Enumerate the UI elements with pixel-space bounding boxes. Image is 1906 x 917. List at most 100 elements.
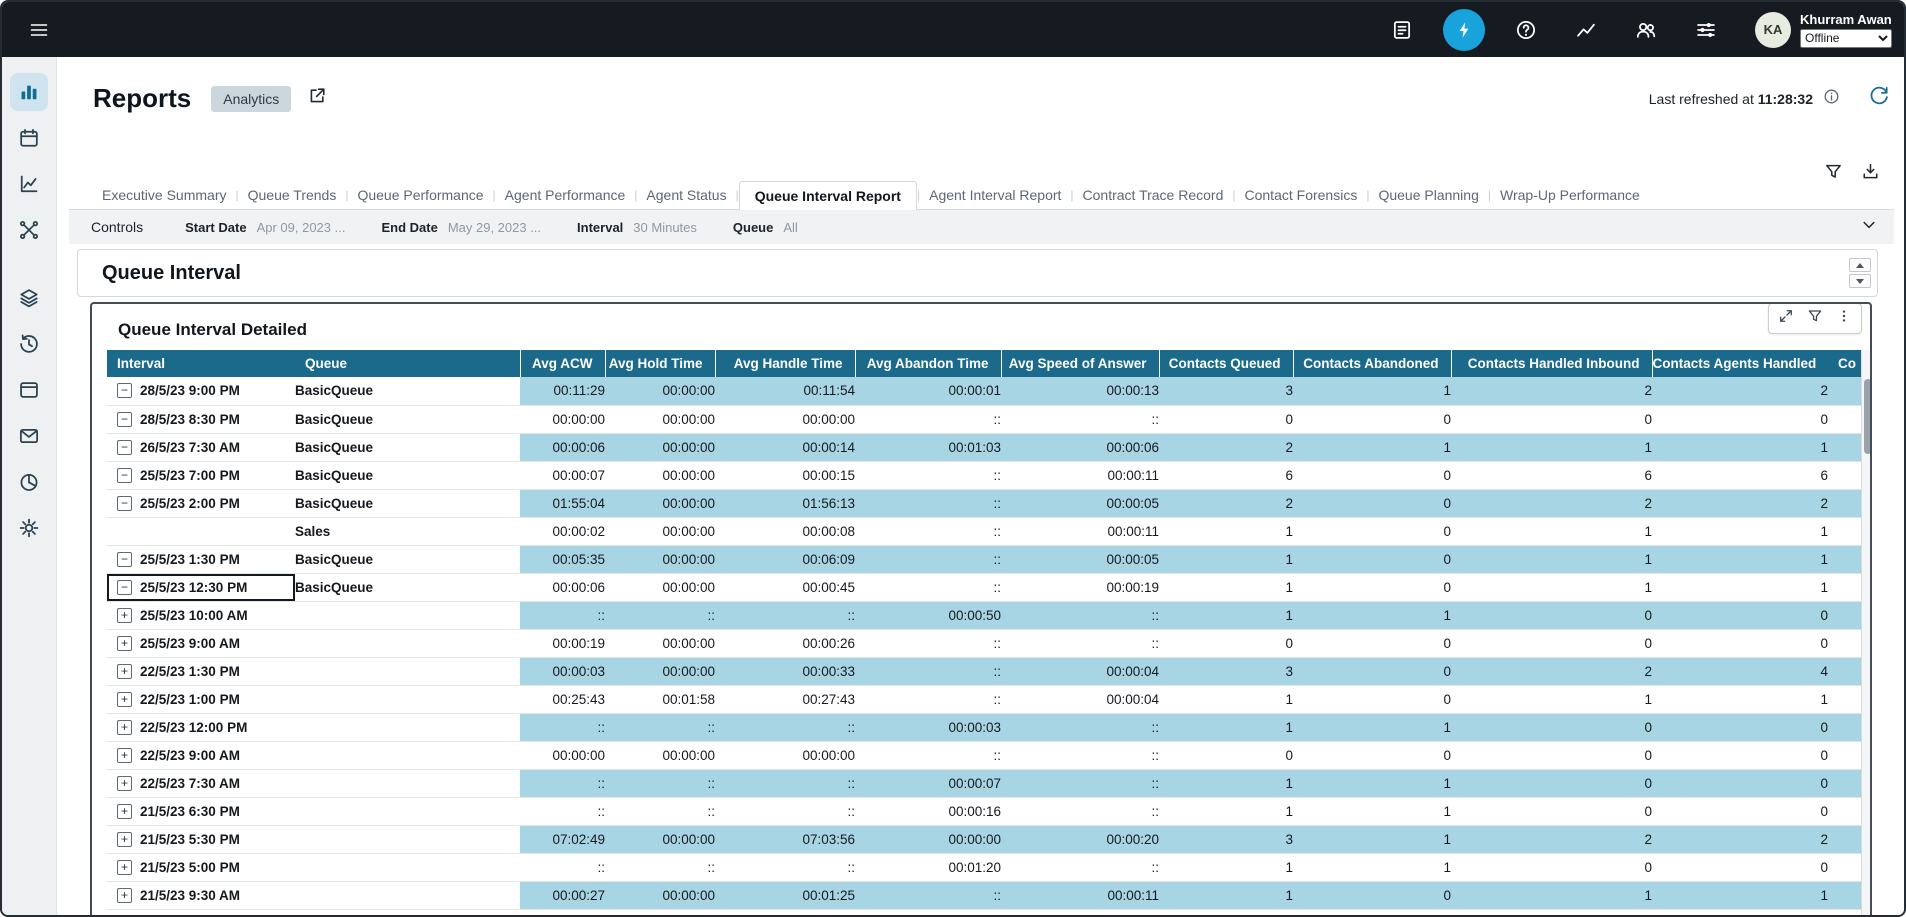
queue-cell[interactable] <box>295 601 520 629</box>
value-cell[interactable] <box>1828 629 1861 657</box>
expand-panel-button[interactable] <box>1778 308 1794 329</box>
expand-row-button[interactable]: + <box>117 608 132 623</box>
value-cell[interactable]: :: <box>605 769 715 797</box>
value-cell[interactable]: 0 <box>1293 517 1451 545</box>
queue-cell[interactable] <box>295 657 520 685</box>
collapse-row-button[interactable]: − <box>117 440 132 455</box>
value-cell[interactable]: 1 <box>1159 713 1293 741</box>
value-cell[interactable]: 00:00:00 <box>605 433 715 461</box>
value-cell[interactable] <box>1828 853 1861 881</box>
column-header-avg-acw[interactable]: Avg ACW <box>520 350 605 377</box>
value-cell[interactable]: 00:11:29 <box>520 377 605 405</box>
value-cell[interactable]: 3 <box>1159 825 1293 853</box>
value-cell[interactable]: 0 <box>1159 405 1293 433</box>
value-cell[interactable]: 0 <box>1451 741 1652 769</box>
interval-cell[interactable]: +21/5/23 6:30 PM <box>107 797 295 825</box>
value-cell[interactable] <box>1828 601 1861 629</box>
value-cell[interactable]: :: <box>1001 713 1159 741</box>
value-cell[interactable]: 0 <box>1652 713 1828 741</box>
value-cell[interactable]: 00:00:33 <box>715 657 855 685</box>
open-external-button[interactable] <box>307 86 327 111</box>
value-cell[interactable]: 0 <box>1293 405 1451 433</box>
tab-queue-interval-report[interactable]: Queue Interval Report <box>739 181 917 210</box>
value-cell[interactable]: 1 <box>1293 769 1451 797</box>
value-cell[interactable]: 00:00:05 <box>1001 489 1159 517</box>
value-cell[interactable]: 1 <box>1652 881 1828 909</box>
value-cell[interactable]: 00:00:02 <box>520 517 605 545</box>
value-cell[interactable]: :: <box>520 769 605 797</box>
value-cell[interactable]: 00:01:03 <box>855 433 1001 461</box>
expand-row-button[interactable]: + <box>117 776 132 791</box>
vertical-scrollbar-thumb[interactable] <box>1864 379 1872 454</box>
value-cell[interactable]: 1 <box>1159 685 1293 713</box>
tab-contract-trace-record[interactable]: Contract Trace Record <box>1074 180 1233 209</box>
value-cell[interactable]: :: <box>715 601 855 629</box>
value-cell[interactable]: :: <box>520 601 605 629</box>
column-header-queue[interactable]: Queue <box>295 350 520 377</box>
value-cell[interactable] <box>1828 405 1861 433</box>
column-header-contacts-handled-inbound[interactable]: Contacts Handled Inbound <box>1451 350 1652 377</box>
queue-cell[interactable] <box>295 629 520 657</box>
value-cell[interactable]: :: <box>855 545 1001 573</box>
queue-cell[interactable]: BasicQueue <box>295 573 520 601</box>
collapse-row-button[interactable]: − <box>117 468 132 483</box>
value-cell[interactable]: :: <box>715 797 855 825</box>
value-cell[interactable]: 0 <box>1293 881 1451 909</box>
queue-cell[interactable]: Sales <box>295 517 520 545</box>
value-cell[interactable]: 00:00:00 <box>605 545 715 573</box>
value-cell[interactable] <box>1828 713 1861 741</box>
value-cell[interactable]: 1 <box>1293 713 1451 741</box>
value-cell[interactable]: 00:00:27 <box>520 881 605 909</box>
value-cell[interactable]: 00:01:25 <box>715 881 855 909</box>
value-cell[interactable]: :: <box>1001 769 1159 797</box>
value-cell[interactable]: 00:00:00 <box>520 405 605 433</box>
value-cell[interactable]: 00:00:13 <box>1001 377 1159 405</box>
value-cell[interactable]: 00:00:04 <box>1001 685 1159 713</box>
value-cell[interactable]: :: <box>1001 741 1159 769</box>
value-cell[interactable]: :: <box>1001 797 1159 825</box>
value-cell[interactable]: 00:00:00 <box>605 881 715 909</box>
tab-contact-forensics[interactable]: Contact Forensics <box>1236 180 1367 209</box>
column-header-contacts-queued[interactable]: Contacts Queued <box>1159 350 1293 377</box>
control-queue[interactable]: QueueAll <box>733 220 798 235</box>
sidebar-item-metrics[interactable] <box>10 165 48 203</box>
queue-cell[interactable]: BasicQueue <box>295 545 520 573</box>
interval-cell[interactable]: −28/5/23 8:30 PM <box>107 405 295 433</box>
collapse-row-button[interactable]: − <box>117 383 132 398</box>
value-cell[interactable]: 00:00:00 <box>605 377 715 405</box>
value-cell[interactable]: 00:00:00 <box>605 741 715 769</box>
filter-button[interactable] <box>1824 162 1843 186</box>
tab-wrap-up-performance[interactable]: Wrap-Up Performance <box>1491 180 1649 209</box>
interval-cell[interactable]: +22/5/23 1:00 PM <box>107 685 295 713</box>
value-cell[interactable]: 00:00:00 <box>605 517 715 545</box>
value-cell[interactable]: 2 <box>1451 489 1652 517</box>
value-cell[interactable]: :: <box>855 685 1001 713</box>
value-cell[interactable]: 0 <box>1652 853 1828 881</box>
value-cell[interactable] <box>1828 797 1861 825</box>
value-cell[interactable]: 00:11:54 <box>715 377 855 405</box>
status-select[interactable]: Offline <box>1800 29 1892 48</box>
interval-cell[interactable]: +22/5/23 9:00 AM <box>107 741 295 769</box>
value-cell[interactable]: :: <box>855 573 1001 601</box>
value-cell[interactable]: 00:00:03 <box>855 713 1001 741</box>
value-cell[interactable]: 2 <box>1652 825 1828 853</box>
help-button[interactable] <box>1507 11 1545 49</box>
value-cell[interactable]: 2 <box>1451 377 1652 405</box>
value-cell[interactable]: :: <box>605 601 715 629</box>
value-cell[interactable]: 1 <box>1159 797 1293 825</box>
value-cell[interactable]: 0 <box>1652 601 1828 629</box>
value-cell[interactable]: 07:03:56 <box>715 825 855 853</box>
value-cell[interactable]: 0 <box>1293 685 1451 713</box>
info-button[interactable] <box>1823 88 1840 110</box>
value-cell[interactable]: 0 <box>1652 741 1828 769</box>
queue-cell[interactable]: BasicQueue <box>295 433 520 461</box>
collapse-controls-button[interactable] <box>1860 216 1878 239</box>
value-cell[interactable]: 00:00:00 <box>605 405 715 433</box>
value-cell[interactable]: 1 <box>1652 433 1828 461</box>
export-button[interactable] <box>1861 162 1880 186</box>
value-cell[interactable]: 1 <box>1293 825 1451 853</box>
value-cell[interactable]: 00:00:07 <box>520 461 605 489</box>
value-cell[interactable]: 0 <box>1451 797 1652 825</box>
value-cell[interactable]: 1 <box>1451 881 1652 909</box>
value-cell[interactable]: 1 <box>1652 573 1828 601</box>
